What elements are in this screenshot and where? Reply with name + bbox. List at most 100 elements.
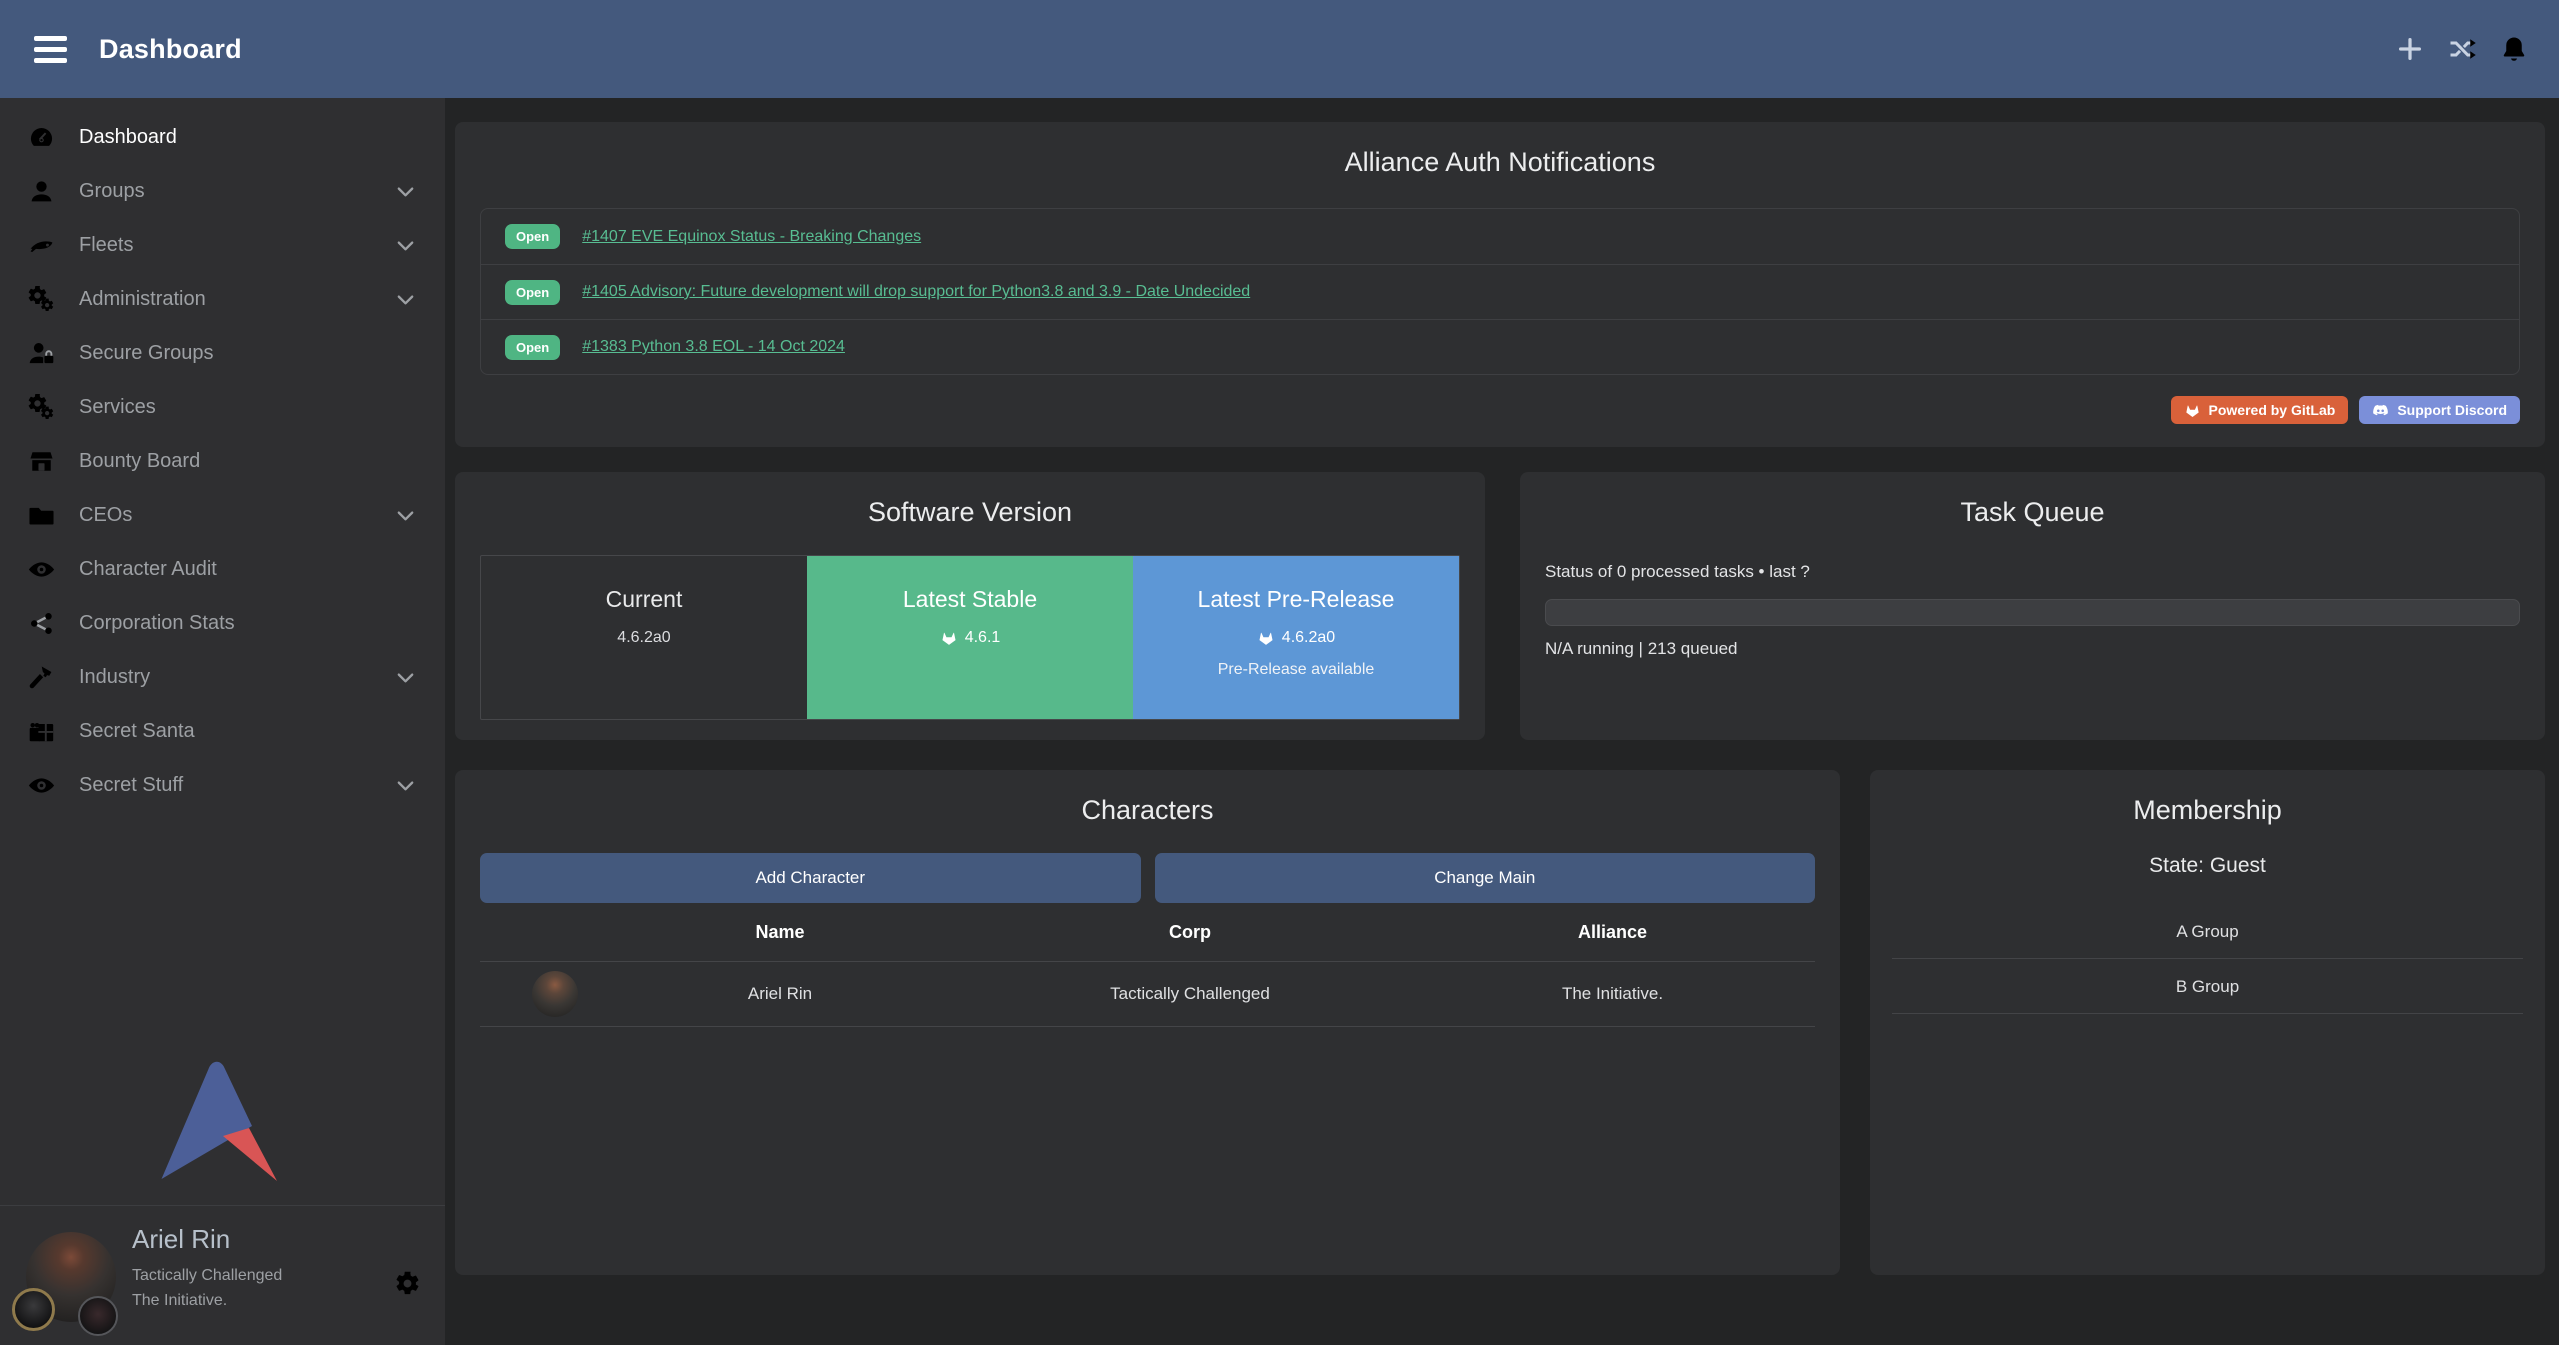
status-badge: Open: [505, 335, 560, 360]
chevron-down-icon: [394, 180, 417, 203]
header-corp: Corp: [970, 922, 1410, 943]
page-title: Dashboard: [99, 34, 242, 65]
task-queue-panel: Task Queue Status of 0 processed tasks •…: [1520, 472, 2545, 740]
alliance-logo-badge: [78, 1296, 118, 1336]
membership-title: Membership: [1870, 770, 2545, 830]
change-main-button[interactable]: Change Main: [1155, 853, 1816, 903]
stable-version: 4.6.1: [965, 629, 1001, 647]
notification-link[interactable]: #1383 Python 3.8 EOL - 14 Oct 2024: [582, 338, 845, 356]
chevron-down-icon: [394, 288, 417, 311]
notification-link[interactable]: #1407 EVE Equinox Status - Breaking Chan…: [582, 228, 921, 246]
version-current: Current 4.6.2a0: [481, 556, 807, 719]
sidebar-item-secret-stuff[interactable]: Secret Stuff: [0, 758, 445, 812]
chevron-down-icon: [394, 774, 417, 797]
discord-icon: [2372, 402, 2389, 419]
add-character-button[interactable]: Add Character: [480, 853, 1141, 903]
chevron-down-icon: [394, 504, 417, 527]
shuffle-icon[interactable]: [2447, 34, 2477, 64]
current-version: 4.6.2a0: [617, 629, 670, 647]
task-progress-bar: [1545, 599, 2520, 626]
support-discord-badge[interactable]: Support Discord: [2359, 396, 2520, 424]
header-name: Name: [590, 922, 970, 943]
character-corp: Tactically Challenged: [970, 984, 1410, 1004]
sidebar: Dashboard Groups Fleets Administration S…: [0, 98, 445, 1345]
membership-state: State: Guest: [1870, 854, 2545, 878]
notification-link[interactable]: #1405 Advisory: Future development will …: [582, 283, 1250, 301]
gitlab-icon: [2184, 402, 2201, 419]
character-row: Ariel Rin Tactically Challenged The Init…: [480, 961, 1815, 1027]
chevron-down-icon: [394, 666, 417, 689]
task-queue-title: Task Queue: [1520, 472, 2545, 532]
share-nodes-icon: [28, 610, 55, 637]
sidebar-item-administration[interactable]: Administration: [0, 272, 445, 326]
sidebar-item-dashboard[interactable]: Dashboard: [0, 110, 445, 164]
prerelease-version: 4.6.2a0: [1282, 629, 1335, 647]
status-badge: Open: [505, 224, 560, 249]
notifications-panel: Alliance Auth Notifications Open #1407 E…: [455, 122, 2545, 447]
eye-icon: [28, 772, 55, 799]
task-status-line: Status of 0 processed tasks • last ?: [1545, 562, 2520, 582]
notification-row: Open #1383 Python 3.8 EOL - 14 Oct 2024: [481, 319, 2519, 374]
notification-row: Open #1407 EVE Equinox Status - Breaking…: [481, 209, 2519, 264]
membership-panel: Membership State: Guest A Group B Group: [1870, 770, 2545, 1275]
task-queue-line: N/A running | 213 queued: [1545, 639, 2520, 659]
header-alliance: Alliance: [1410, 922, 1815, 943]
rocket-icon: [28, 232, 55, 259]
sidebar-item-secure-groups[interactable]: Secure Groups: [0, 326, 445, 380]
sidebar-item-bounty-board[interactable]: Bounty Board: [0, 434, 445, 488]
gifts-icon: [28, 718, 55, 745]
notification-row: Open #1405 Advisory: Future development …: [481, 264, 2519, 319]
characters-panel: Characters Add Character Change Main Nam…: [455, 770, 1840, 1275]
add-icon[interactable]: [2395, 34, 2425, 64]
notifications-list: Open #1407 EVE Equinox Status - Breaking…: [480, 208, 2520, 375]
hammer-icon: [28, 664, 55, 691]
version-latest-prerelease: Latest Pre-Release 4.6.2a0 Pre-Release a…: [1133, 556, 1459, 719]
alliance-auth-logo: [158, 1056, 280, 1183]
user-icon: [28, 178, 55, 205]
sidebar-item-fleets[interactable]: Fleets: [0, 218, 445, 272]
hamburger-menu-icon[interactable]: [34, 30, 67, 69]
eye-icon: [28, 556, 55, 583]
powered-by-gitlab-badge[interactable]: Powered by GitLab: [2171, 396, 2349, 424]
group-row: A Group: [1892, 904, 2523, 959]
characters-title: Characters: [455, 770, 1840, 830]
user-name: Ariel Rin: [132, 1224, 282, 1255]
corp-logo-badge: [12, 1288, 55, 1331]
folder-icon: [28, 502, 55, 529]
main-content: Alliance Auth Notifications Open #1407 E…: [445, 98, 2559, 1345]
sidebar-item-corporation-stats[interactable]: Corporation Stats: [0, 596, 445, 650]
sidebar-item-character-audit[interactable]: Character Audit: [0, 542, 445, 596]
gears-icon: [28, 286, 55, 313]
software-version-panel: Software Version Current 4.6.2a0 Latest …: [455, 472, 1485, 740]
notifications-title: Alliance Auth Notifications: [455, 122, 2545, 182]
status-badge: Open: [505, 280, 560, 305]
character-name: Ariel Rin: [590, 984, 970, 1004]
group-list: A Group B Group: [1892, 904, 2523, 1014]
sidebar-item-services[interactable]: Services: [0, 380, 445, 434]
prerelease-note: Pre-Release available: [1133, 661, 1459, 679]
top-navbar: Dashboard: [0, 0, 2559, 98]
software-version-title: Software Version: [455, 472, 1485, 532]
character-portrait: [532, 971, 578, 1017]
sidebar-item-groups[interactable]: Groups: [0, 164, 445, 218]
user-alliance: The Initiative.: [132, 1288, 282, 1313]
sidebar-item-industry[interactable]: Industry: [0, 650, 445, 704]
user-corp: Tactically Challenged: [132, 1263, 282, 1288]
settings-gear-icon[interactable]: [394, 1270, 421, 1297]
store-icon: [28, 448, 55, 475]
character-alliance: The Initiative.: [1410, 984, 1815, 1004]
notifications-bell-icon[interactable]: [2499, 34, 2529, 64]
group-row: B Group: [1892, 959, 2523, 1014]
user-panel: Ariel Rin Tactically Challenged The Init…: [0, 1205, 445, 1345]
gitlab-icon: [940, 629, 958, 647]
gitlab-icon: [1257, 629, 1275, 647]
characters-table-header: Name Corp Alliance: [480, 903, 1815, 961]
sidebar-item-secret-santa[interactable]: Secret Santa: [0, 704, 445, 758]
user-lock-icon: [28, 340, 55, 367]
gauge-icon: [28, 124, 55, 151]
gears-icon: [28, 394, 55, 421]
chevron-down-icon: [394, 234, 417, 257]
version-latest-stable: Latest Stable 4.6.1: [807, 556, 1133, 719]
navbar-actions: [2395, 34, 2529, 64]
sidebar-item-ceos[interactable]: CEOs: [0, 488, 445, 542]
